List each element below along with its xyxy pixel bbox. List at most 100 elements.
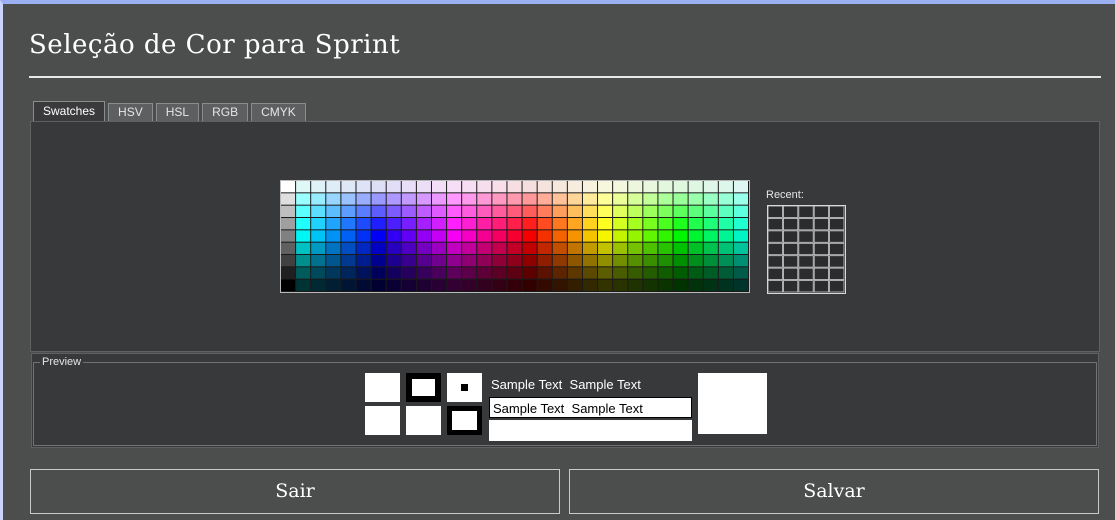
swatch-cell[interactable]	[401, 218, 416, 230]
swatch-cell[interactable]	[537, 205, 552, 217]
swatch-cell[interactable]	[522, 242, 537, 254]
swatch-cell[interactable]	[613, 267, 628, 279]
swatch-cell[interactable]	[281, 279, 296, 291]
swatch-palette[interactable]	[280, 180, 750, 293]
swatch-cell[interactable]	[431, 279, 447, 291]
swatch-cell[interactable]	[326, 181, 341, 193]
recent-swatch-cell[interactable]	[782, 230, 799, 243]
swatch-cell[interactable]	[613, 218, 628, 230]
swatch-cell[interactable]	[658, 230, 673, 242]
swatch-cell[interactable]	[567, 205, 582, 217]
swatch-cell[interactable]	[613, 205, 628, 217]
swatch-cell[interactable]	[341, 193, 356, 205]
swatch-cell[interactable]	[492, 242, 507, 254]
swatch-cell[interactable]	[281, 230, 296, 242]
swatch-cell[interactable]	[281, 181, 296, 193]
recent-swatch-cell[interactable]	[813, 242, 830, 256]
swatch-cell[interactable]	[598, 279, 613, 291]
recent-swatch-cell[interactable]	[782, 255, 799, 268]
swatch-cell[interactable]	[281, 205, 296, 217]
swatch-cell[interactable]	[718, 205, 733, 217]
swatch-cell[interactable]	[326, 255, 341, 267]
swatch-cell[interactable]	[628, 205, 643, 217]
swatch-cell[interactable]	[703, 255, 718, 267]
swatch-cell[interactable]	[416, 279, 431, 291]
tab-rgb[interactable]: RGB	[202, 103, 249, 121]
swatch-cell[interactable]	[598, 193, 613, 205]
swatch-cell[interactable]	[522, 255, 537, 267]
swatch-cell[interactable]	[507, 181, 522, 193]
swatch-cell[interactable]	[492, 181, 507, 193]
swatch-cell[interactable]	[386, 181, 401, 193]
swatch-cell[interactable]	[296, 181, 311, 193]
swatch-cell[interactable]	[598, 205, 613, 217]
swatch-cell[interactable]	[643, 181, 658, 193]
swatch-palette-svg[interactable]	[281, 181, 749, 292]
swatch-cell[interactable]	[718, 242, 733, 254]
swatch-cell[interactable]	[401, 279, 416, 291]
swatch-cell[interactable]	[492, 218, 507, 230]
swatch-cell[interactable]	[311, 279, 326, 291]
swatch-cell[interactable]	[356, 242, 371, 254]
swatch-cell[interactable]	[356, 255, 371, 267]
swatch-cell[interactable]	[598, 230, 613, 242]
recent-swatch-cell[interactable]	[782, 218, 799, 231]
swatch-cell[interactable]	[582, 279, 598, 291]
recent-swatch-cell[interactable]	[813, 255, 830, 268]
swatch-cell[interactable]	[658, 205, 673, 217]
recent-swatch-cell[interactable]	[767, 242, 783, 256]
swatch-cell[interactable]	[628, 279, 643, 291]
swatch-cell[interactable]	[416, 255, 431, 267]
recent-swatch-cell[interactable]	[829, 267, 845, 280]
swatch-cell[interactable]	[643, 279, 658, 291]
swatch-cell[interactable]	[613, 279, 628, 291]
swatch-cell[interactable]	[447, 242, 462, 254]
swatch-cell[interactable]	[552, 279, 567, 291]
swatch-cell[interactable]	[658, 267, 673, 279]
recent-swatch-cell[interactable]	[829, 280, 845, 293]
swatch-cell[interactable]	[537, 267, 552, 279]
recent-swatch-cell[interactable]	[813, 267, 830, 280]
swatch-cell[interactable]	[688, 255, 703, 267]
swatch-cell[interactable]	[567, 181, 582, 193]
swatch-cell[interactable]	[552, 205, 567, 217]
swatch-cell[interactable]	[733, 230, 748, 242]
swatch-cell[interactable]	[598, 181, 613, 193]
swatch-cell[interactable]	[703, 230, 718, 242]
swatch-cell[interactable]	[688, 242, 703, 254]
swatch-cell[interactable]	[613, 230, 628, 242]
swatch-cell[interactable]	[673, 279, 688, 291]
swatch-cell[interactable]	[673, 181, 688, 193]
swatch-cell[interactable]	[658, 218, 673, 230]
swatch-cell[interactable]	[447, 193, 462, 205]
swatch-cell[interactable]	[296, 218, 311, 230]
swatch-cell[interactable]	[386, 267, 401, 279]
swatch-cell[interactable]	[643, 205, 658, 217]
swatch-cell[interactable]	[431, 230, 447, 242]
swatch-cell[interactable]	[522, 205, 537, 217]
swatch-cell[interactable]	[598, 242, 613, 254]
swatch-cell[interactable]	[582, 267, 598, 279]
recent-swatch-cell[interactable]	[782, 205, 799, 218]
swatch-cell[interactable]	[658, 181, 673, 193]
swatch-cell[interactable]	[296, 267, 311, 279]
swatch-cell[interactable]	[643, 230, 658, 242]
swatch-cell[interactable]	[431, 181, 447, 193]
recent-swatch-cell[interactable]	[782, 242, 799, 256]
swatch-cell[interactable]	[386, 205, 401, 217]
swatch-cell[interactable]	[733, 279, 748, 291]
swatch-cell[interactable]	[386, 218, 401, 230]
swatch-cell[interactable]	[522, 267, 537, 279]
swatch-cell[interactable]	[567, 218, 582, 230]
swatch-cell[interactable]	[431, 242, 447, 254]
swatch-cell[interactable]	[628, 255, 643, 267]
recent-swatch-cell[interactable]	[813, 230, 830, 243]
swatch-cell[interactable]	[356, 230, 371, 242]
recent-swatch-cell[interactable]	[829, 218, 845, 231]
swatch-cell[interactable]	[552, 242, 567, 254]
swatch-cell[interactable]	[522, 279, 537, 291]
swatch-cell[interactable]	[296, 230, 311, 242]
swatch-cell[interactable]	[477, 255, 492, 267]
swatch-cell[interactable]	[582, 242, 598, 254]
swatch-cell[interactable]	[733, 205, 748, 217]
